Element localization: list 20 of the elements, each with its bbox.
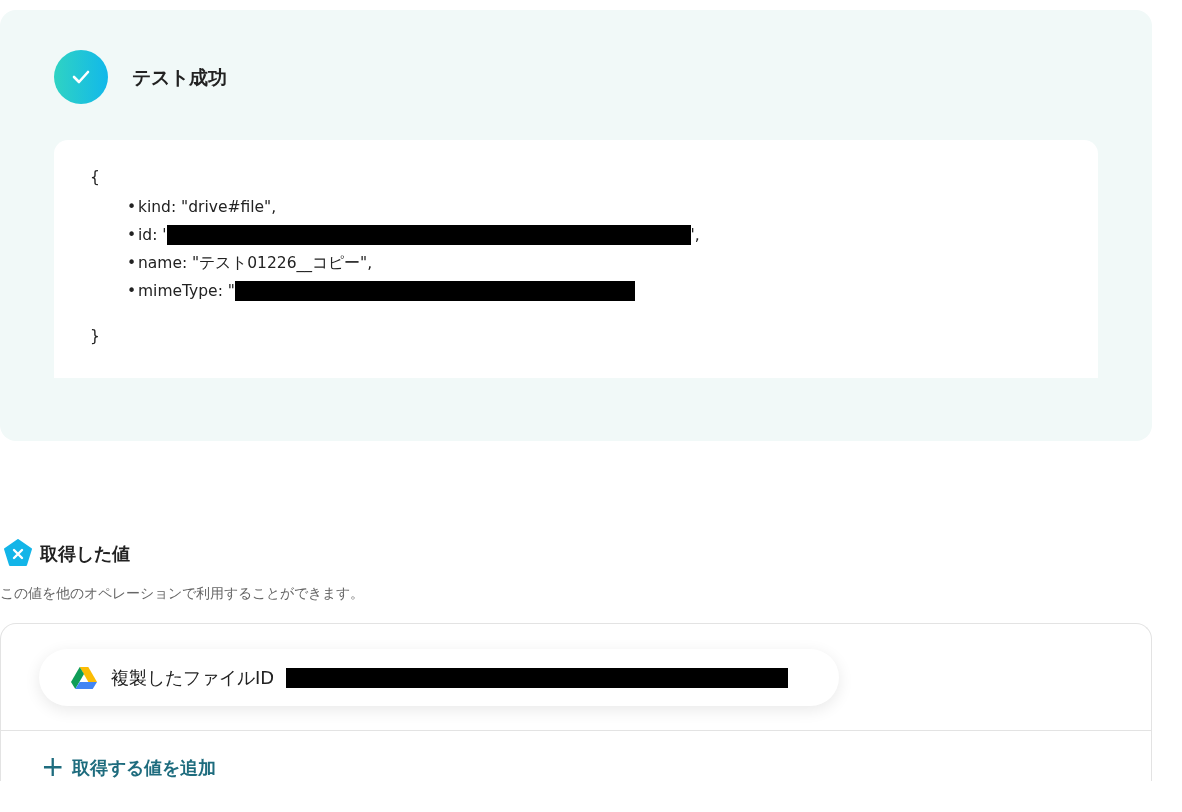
code-text: name: "テスト01226__コピー", [138, 253, 373, 274]
code-text: mimeType: " [138, 281, 235, 302]
add-value-button[interactable]: + 取得する値を追加 [41, 753, 217, 782]
result-title: テスト成功 [132, 64, 227, 90]
section-title: 取得した値 [40, 541, 130, 566]
code-text: id: ' [138, 225, 167, 246]
bullet: • [127, 225, 138, 246]
code-text: ', [690, 225, 700, 246]
code-text: kind: "drive#file", [138, 197, 277, 218]
section-description: この値を他のオペレーションで利用することができます。 [0, 584, 365, 603]
variable-icon [4, 539, 32, 567]
bullet: • [127, 281, 138, 302]
drive-icon [71, 666, 97, 689]
bullet: • [127, 253, 138, 274]
success-check-icon [54, 50, 108, 104]
code-text: } [90, 326, 101, 348]
value-label: 複製したファイルID [111, 666, 275, 691]
value-chip[interactable]: 複製したファイルID [39, 649, 839, 707]
bullet: • [127, 197, 138, 218]
code-text: { [90, 167, 101, 188]
